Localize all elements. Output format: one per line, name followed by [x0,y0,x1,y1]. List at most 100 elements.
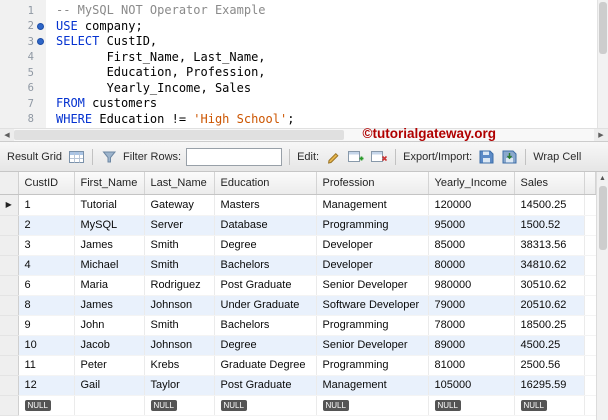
grid-cell[interactable]: 10 [18,335,75,356]
edit-record-icon[interactable] [324,148,342,165]
grid-cell[interactable]: Post Graduate [214,275,317,296]
grid-cell[interactable]: 16295.59 [514,375,585,396]
grid-cell[interactable]: 4500.25 [514,335,585,356]
code-line[interactable]: WHERE Education != 'High School'; [56,112,608,128]
grid-cell[interactable]: 80000 [428,255,515,276]
grid-cell[interactable]: NULL [316,395,429,416]
grid-cell[interactable]: 81000 [428,355,515,376]
table-row[interactable]: 10 Jacob Johnson Degree Senior Developer 8900… [0,335,596,356]
code-area[interactable]: -- MySQL NOT Operator Example USE company… [46,0,608,128]
grid-cell[interactable]: Graduate Degree [214,355,317,376]
table-row[interactable]: 6 Maria Rodriguez Post Graduate Senior Devel… [0,275,596,296]
grid-cell[interactable]: Senior Developer [316,335,429,356]
grid-cell[interactable]: Senior Developer [316,275,429,296]
row-header[interactable] [0,375,19,396]
sql-editor[interactable]: 1 234 5 6 7 8 -- MySQL NOT Operator Example US… [0,0,608,128]
table-row[interactable]: 3 James Smith Degree Developer 85000 38313.56 [0,235,596,256]
filter-icon[interactable] [100,148,118,165]
grid-cell[interactable]: Post Graduate [214,375,317,396]
grid-cell[interactable]: Programming [316,315,429,336]
editor-vertical-scrollbar[interactable] [597,0,608,128]
export-icon[interactable] [477,148,495,165]
grid-cell[interactable]: NULL [144,395,215,416]
grid-cell[interactable]: NULL [428,395,515,416]
grid-cell[interactable]: Programming [316,355,429,376]
grid-cell[interactable]: NULL [514,395,585,416]
grid-cell[interactable]: Software Developer [316,295,429,316]
grid-cell[interactable]: 18500.25 [514,315,585,336]
code-line[interactable]: Education, Profession, [56,65,608,81]
grid-cell[interactable]: Smith [144,255,215,276]
grid-cell[interactable]: Gateway [144,194,215,216]
grid-cell[interactable]: 3 [18,235,75,256]
grid-cell[interactable]: 38313.56 [514,235,585,256]
grid-cell[interactable]: James [74,295,145,316]
grid-cell[interactable]: 980000 [428,275,515,296]
column-header[interactable]: Yearly_Income [428,172,515,195]
row-header[interactable]: ▶ [0,194,19,216]
filter-rows-input[interactable] [186,147,283,166]
grid-cell[interactable]: 11 [18,355,75,376]
grid-cell[interactable]: Michael [74,255,145,276]
grid-cell[interactable]: Johnson [144,295,215,316]
grid-cell[interactable]: Johnson [144,335,215,356]
grid-cell[interactable]: Developer [316,235,429,256]
grid-cell[interactable]: 30510.62 [514,275,585,296]
code-line[interactable]: SELECT CustID, [56,34,608,50]
grid-cell[interactable]: 34810.62 [514,255,585,276]
column-header[interactable]: CustID [18,172,75,195]
code-line[interactable]: First_Name, Last_Name, [56,50,608,66]
grid-cell[interactable]: NULL [18,395,75,416]
grid-vertical-scrollbar[interactable]: ▲ [596,172,608,420]
table-row[interactable]: 9 John Smith Bachelors Programming 78000 18500… [0,315,596,336]
grid-cell[interactable]: Gail [74,375,145,396]
grid-cell[interactable]: 2 [18,215,75,236]
column-header[interactable]: Sales [514,172,585,195]
table-row[interactable]: 12 Gail Taylor Post Graduate Management 10500… [0,375,596,396]
grid-cell[interactable]: Degree [214,235,317,256]
grid-cell[interactable]: Jacob [74,335,145,356]
grid-cell[interactable]: 1 [18,194,75,216]
grid-cell[interactable]: Maria [74,275,145,296]
grid-cell[interactable]: Bachelors [214,315,317,336]
grid-cell[interactable]: 85000 [428,235,515,256]
grid-cell[interactable]: Krebs [144,355,215,376]
grid-cell[interactable]: Database [214,215,317,236]
scrollbar-track[interactable]: ©tutorialgateway.org [14,126,594,141]
grid-cell[interactable]: 105000 [428,375,515,396]
import-icon[interactable] [500,148,518,165]
row-header[interactable] [0,275,19,296]
grid-cell[interactable]: 89000 [428,335,515,356]
grid-cell[interactable]: 78000 [428,315,515,336]
row-header[interactable] [0,235,19,256]
code-line[interactable]: USE company; [56,19,608,35]
code-line[interactable]: -- MySQL NOT Operator Example [56,3,608,19]
delete-row-icon[interactable] [370,148,388,165]
grid-cell[interactable]: MySQL [74,215,145,236]
scroll-right-arrow-icon[interactable]: ▶ [594,129,608,141]
grid-cell[interactable]: Smith [144,315,215,336]
grid-cell[interactable]: Under Graduate [214,295,317,316]
table-row[interactable]: 2 MySQL Server Database Programming 95000 1500… [0,215,596,236]
grid-cell[interactable]: Tutorial [74,194,145,216]
grid-cell[interactable]: 20510.62 [514,295,585,316]
column-header[interactable]: Last_Name [144,172,215,195]
grid-cell[interactable]: Taylor [144,375,215,396]
grid-cell[interactable]: Management [316,375,429,396]
grid-cell[interactable]: James [74,235,145,256]
row-header[interactable] [0,315,19,336]
scroll-left-arrow-icon[interactable]: ◀ [0,129,14,141]
scroll-up-arrow-icon[interactable]: ▲ [597,172,608,185]
grid-cell[interactable] [74,395,145,416]
editor-horizontal-scrollbar[interactable]: ◀ ©tutorialgateway.org ▶ [0,126,608,142]
grid-cell[interactable]: 4 [18,255,75,276]
result-grid-icon[interactable] [67,148,85,165]
code-line[interactable]: Yearly_Income, Sales [56,81,608,97]
grid-cell[interactable]: John [74,315,145,336]
column-header[interactable]: Profession [316,172,429,195]
row-header[interactable] [0,255,19,276]
table-row[interactable]: 11 Peter Krebs Graduate Degree Programming 81… [0,355,596,376]
row-header[interactable] [0,215,19,236]
grid-cell[interactable]: 12 [18,375,75,396]
grid-cell[interactable]: Bachelors [214,255,317,276]
